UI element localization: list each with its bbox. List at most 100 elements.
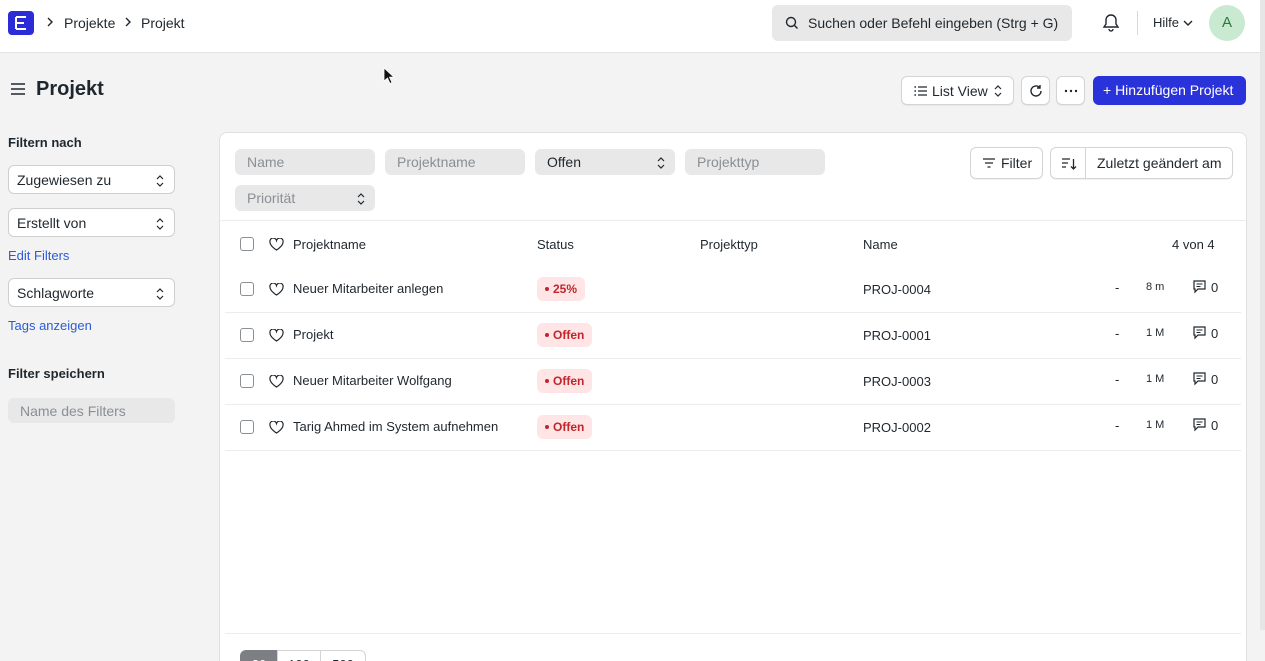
help-menu[interactable]: Hilfe: [1153, 15, 1193, 30]
filter-button-label: Filter: [1001, 155, 1033, 171]
row-project-name[interactable]: Projekt: [293, 327, 333, 342]
search-icon: [785, 16, 798, 29]
column-header-project-name[interactable]: Projektname: [293, 237, 366, 252]
sort-field-label: Zuletzt geändert am: [1097, 155, 1222, 171]
status-badge: Offen: [537, 323, 593, 347]
navbar: Projekte Projekt Hilfe A: [0, 0, 1265, 53]
comment-icon: [1193, 418, 1206, 432]
row-checkbox[interactable]: [240, 420, 254, 434]
filter-name-input[interactable]: [8, 398, 175, 423]
add-project-button[interactable]: + Hinzufügen Projekt: [1093, 76, 1246, 105]
row-comment-count: 0: [1211, 372, 1219, 387]
column-header-project-type[interactable]: Projekttyp: [700, 237, 758, 252]
table-row[interactable]: Neuer Mitarbeiter Wolfgang Offen PROJ-00…: [225, 359, 1241, 405]
refresh-button[interactable]: [1021, 76, 1050, 105]
project-type-filter-input[interactable]: [685, 149, 825, 175]
row-comment-count: 0: [1211, 418, 1219, 433]
row-name: PROJ-0002: [863, 420, 931, 435]
row-checkbox[interactable]: [240, 328, 254, 342]
page-title: Projekt: [36, 78, 104, 100]
list-icon: [914, 86, 927, 96]
select-updown-icon: [994, 85, 1002, 97]
filter-by-heading: Filtern nach: [8, 135, 82, 150]
breadcrumb-projekt[interactable]: Projekt: [141, 15, 185, 31]
row-modified-time: 1 M: [1146, 373, 1165, 385]
heart-icon[interactable]: [269, 375, 284, 388]
row-name: PROJ-0001: [863, 328, 931, 343]
heart-icon[interactable]: [269, 283, 284, 296]
page-size-100-button[interactable]: 100: [277, 650, 321, 661]
page-scrollbar[interactable]: [1260, 0, 1265, 630]
heart-icon[interactable]: [269, 421, 284, 434]
add-project-label: + Hinzufügen Projekt: [1103, 82, 1234, 98]
row-project-name[interactable]: Tarig Ahmed im System aufnehmen: [293, 419, 498, 434]
chevron-right-icon: [47, 17, 53, 27]
comment-icon: [1193, 280, 1206, 294]
project-name-filter-input[interactable]: [385, 149, 525, 175]
navbar-divider: [1137, 11, 1138, 35]
assigned-to-label: Zugewiesen zu: [17, 172, 112, 188]
list-panel: Offen Priorität Filter Zuletzt geändert …: [219, 132, 1247, 661]
page-size-20-button[interactable]: 20: [240, 650, 278, 661]
created-by-select[interactable]: Erstellt von: [8, 208, 175, 237]
created-by-label: Erstellt von: [17, 215, 87, 231]
column-header-status[interactable]: Status: [537, 237, 574, 252]
row-name: PROJ-0004: [863, 282, 931, 297]
row-dash: -: [1115, 418, 1120, 433]
save-filter-heading: Filter speichern: [8, 366, 105, 381]
notification-bell-icon[interactable]: [1102, 13, 1120, 33]
status-filter-select[interactable]: Offen: [535, 149, 675, 175]
show-tags-link[interactable]: Tags anzeigen: [8, 318, 92, 333]
priority-filter-select[interactable]: Priorität: [235, 185, 375, 211]
result-count: 4 von 4: [1172, 237, 1215, 252]
row-checkbox[interactable]: [240, 282, 254, 296]
priority-filter-placeholder: Priorität: [247, 190, 296, 206]
comment-icon: [1193, 326, 1206, 340]
table-row[interactable]: Neuer Mitarbeiter anlegen 25% PROJ-0004 …: [225, 267, 1241, 313]
sort-direction-button[interactable]: [1050, 147, 1086, 179]
filter-button[interactable]: Filter: [970, 147, 1043, 179]
footer-divider: [225, 633, 1241, 634]
row-dash: -: [1115, 372, 1120, 387]
select-updown-icon: [156, 175, 164, 187]
heart-icon[interactable]: [269, 238, 284, 251]
select-updown-icon: [657, 157, 665, 169]
status-badge: Offen: [537, 369, 593, 393]
name-filter-input[interactable]: [235, 149, 375, 175]
select-all-checkbox[interactable]: [240, 237, 254, 251]
app-logo[interactable]: [8, 11, 34, 35]
sort-field-button[interactable]: Zuletzt geändert am: [1085, 147, 1233, 179]
row-project-name[interactable]: Neuer Mitarbeiter Wolfgang: [293, 373, 452, 388]
assigned-to-select[interactable]: Zugewiesen zu: [8, 165, 175, 194]
status-badge: 25%: [537, 277, 586, 301]
tags-select[interactable]: Schlagworte: [8, 278, 175, 307]
user-avatar[interactable]: A: [1209, 5, 1245, 41]
heart-icon[interactable]: [269, 329, 284, 342]
row-dash: -: [1115, 280, 1120, 295]
row-project-name[interactable]: Neuer Mitarbeiter anlegen: [293, 281, 443, 296]
row-modified-time: 8 m: [1146, 281, 1165, 293]
page-size-500-button[interactable]: 500: [320, 650, 366, 661]
column-header-name[interactable]: Name: [863, 237, 898, 252]
search-bar[interactable]: [772, 5, 1072, 41]
breadcrumb-projekte[interactable]: Projekte: [64, 15, 115, 31]
more-actions-button[interactable]: [1056, 76, 1085, 105]
refresh-icon: [1030, 85, 1042, 97]
comment-icon: [1193, 372, 1206, 386]
row-checkbox[interactable]: [240, 374, 254, 388]
chevron-down-icon: [1183, 20, 1193, 26]
edit-filters-link[interactable]: Edit Filters: [8, 248, 69, 263]
select-updown-icon: [357, 193, 365, 205]
table-row[interactable]: Tarig Ahmed im System aufnehmen Offen PR…: [225, 405, 1241, 451]
help-label: Hilfe: [1153, 15, 1180, 30]
mouse-cursor-icon: [383, 67, 395, 85]
table-row[interactable]: Projekt Offen PROJ-0001 - 1 M 0: [225, 313, 1241, 359]
status-filter-value: Offen: [547, 154, 581, 170]
row-comment-count: 0: [1211, 326, 1219, 341]
sidebar-toggle-icon[interactable]: [10, 82, 26, 96]
ellipsis-icon: [1064, 89, 1078, 93]
select-updown-icon: [156, 218, 164, 230]
list-view-switcher[interactable]: List View: [901, 76, 1014, 105]
search-input[interactable]: [808, 5, 1066, 41]
logo-e-icon: [15, 16, 26, 30]
